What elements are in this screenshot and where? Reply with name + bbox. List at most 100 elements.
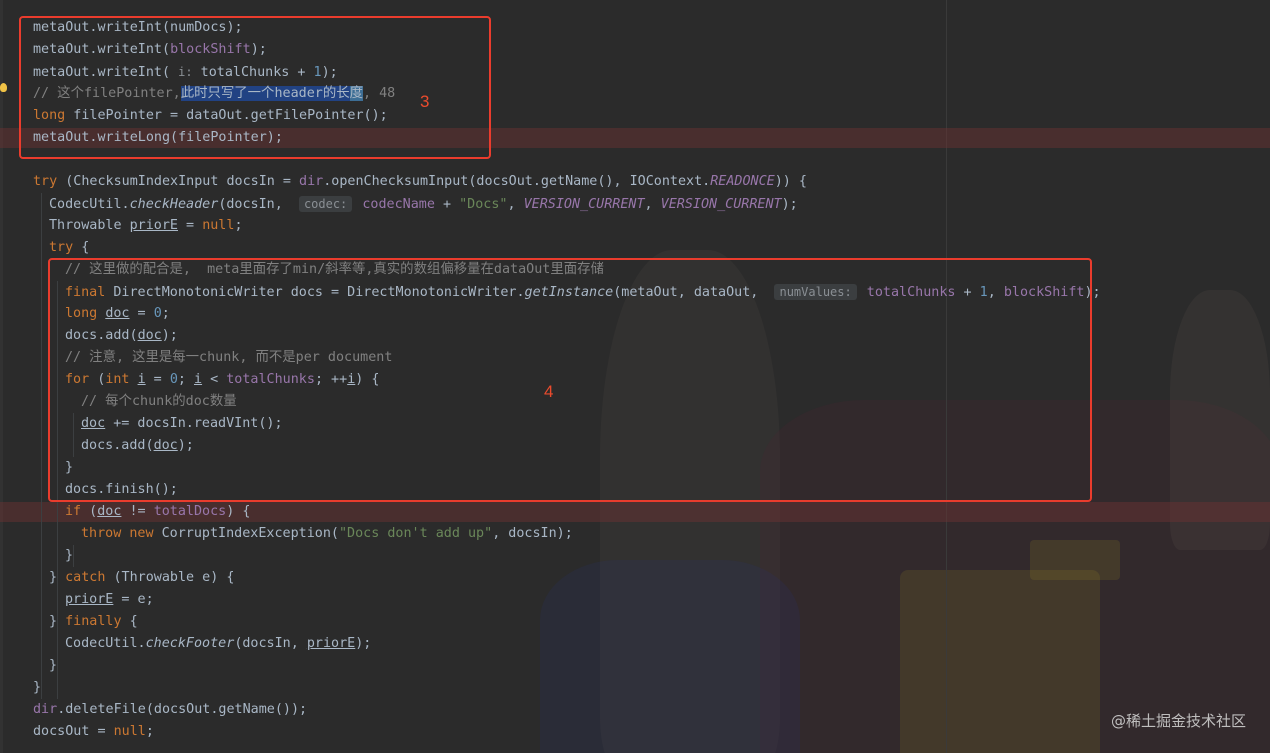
- code-line[interactable]: long doc = 0;: [65, 303, 170, 325]
- code-token: priorE: [129, 218, 178, 233]
- code-token: }: [33, 680, 42, 695]
- code-line[interactable]: try {: [49, 237, 89, 259]
- code-line[interactable]: // 注意, 这里是每一chunk, 而不是per document: [65, 347, 392, 369]
- code-line[interactable]: metaOut.writeLong(filePointer);: [33, 127, 283, 149]
- code-token: );: [321, 65, 338, 80]
- code-token: metaOut.writeInt(numDocs);: [33, 20, 243, 35]
- code-line[interactable]: Throwable priorE = null;: [49, 215, 243, 237]
- code-line[interactable]: docs.add(doc);: [81, 435, 194, 457]
- code-token: metaOut.writeLong(filePointer);: [33, 130, 283, 145]
- code-token: =: [129, 306, 154, 321]
- code-token: }: [65, 460, 74, 475]
- code-token: 0: [153, 306, 162, 321]
- code-line[interactable]: dir.deleteFile(docsOut.getName());: [33, 699, 307, 721]
- code-token: docsOut =: [33, 724, 114, 739]
- code-line[interactable]: long filePointer = dataOut.getFilePointe…: [33, 105, 388, 127]
- code-line[interactable]: }: [33, 677, 41, 699]
- code-line[interactable]: docsOut = null;: [33, 721, 154, 743]
- code-token: = e;: [113, 592, 154, 607]
- code-token: =: [145, 372, 170, 387]
- code-token: }: [49, 614, 66, 629]
- code-token: // 每个chunk的doc数量: [81, 394, 237, 409]
- code-token: );: [1084, 285, 1101, 300]
- code-line[interactable]: doc += docsIn.readVInt();: [81, 413, 283, 435]
- code-line[interactable]: // 这里做的配合是, meta里面存了min/斜率等,真实的数组偏移量在dat…: [65, 259, 604, 281]
- code-token: <: [202, 372, 227, 387]
- code-line[interactable]: CodecUtil.checkFooter(docsIn, priorE);: [65, 633, 371, 655]
- code-token: ) {: [226, 504, 251, 519]
- code-token: ,: [987, 285, 1004, 300]
- code-line[interactable]: metaOut.writeInt(blockShift);: [33, 39, 267, 61]
- code-token: }: [49, 658, 58, 673]
- code-token: doc: [97, 504, 122, 519]
- code-token: doc: [81, 416, 106, 431]
- code-line[interactable]: try (ChecksumIndexInput docsIn = dir.ope…: [33, 171, 807, 193]
- code-line[interactable]: }: [65, 545, 73, 567]
- code-line[interactable]: if (doc != totalDocs) {: [65, 501, 250, 523]
- code-token: ,: [507, 197, 524, 212]
- code-token: filePointer = dataOut.getFilePointer();: [65, 108, 388, 123]
- code-token: doc: [105, 306, 130, 321]
- code-token: i: [137, 372, 146, 387]
- code-line[interactable]: throw new CorruptIndexException("Docs do…: [81, 523, 573, 545]
- code-token: checkFooter: [145, 636, 235, 651]
- code-token: {: [121, 614, 138, 629]
- code-line[interactable]: docs.finish();: [65, 479, 178, 501]
- parameter-hint: i:: [178, 65, 193, 79]
- code-token: totalDocs: [153, 504, 227, 519]
- code-line[interactable]: } catch (Throwable e) {: [49, 567, 234, 589]
- code-line[interactable]: // 这个filePointer,此时只写了一个header的长度, 48: [33, 83, 395, 105]
- code-line[interactable]: metaOut.writeInt( i: totalChunks + 1);: [33, 61, 338, 83]
- code-token: (: [89, 372, 106, 387]
- code-token: long: [33, 108, 66, 123]
- code-token: final: [65, 285, 106, 300]
- code-line[interactable]: }: [49, 655, 57, 677]
- code-token: ;: [177, 372, 194, 387]
- code-token: docs.add(: [81, 438, 154, 453]
- code-token: CorruptIndexException(: [153, 526, 339, 541]
- code-token: ) {: [355, 372, 380, 387]
- code-token: VERSION_CURRENT: [660, 197, 782, 212]
- annotation-label-3: 3: [420, 92, 430, 111]
- code-token: priorE: [306, 636, 356, 651]
- code-line[interactable]: metaOut.writeInt(numDocs);: [33, 17, 243, 39]
- code-token: totalChunks +: [192, 65, 314, 80]
- code-token: long: [65, 306, 98, 321]
- code-token: )) {: [774, 174, 807, 189]
- code-token: totalChunks: [858, 285, 956, 300]
- code-token: int: [105, 372, 130, 387]
- annotation-label-4: 4: [544, 382, 554, 401]
- code-token: codecName: [354, 197, 435, 212]
- indent-guide: [41, 193, 42, 699]
- code-token: CodecUtil.: [49, 197, 130, 212]
- code-token: 度: [349, 86, 363, 101]
- code-token: .openChecksumInput(docsOut.getName(), IO…: [323, 174, 711, 189]
- code-line[interactable]: final DirectMonotonicWriter docs = Direc…: [65, 281, 1101, 303]
- code-token: (metaOut, dataOut,: [613, 285, 775, 300]
- code-token: 0: [169, 372, 178, 387]
- code-token: // 这里做的配合是, meta里面存了min/斜率等,真实的数组偏移量在dat…: [65, 262, 604, 277]
- code-line[interactable]: docs.add(doc);: [65, 325, 178, 347]
- code-token: ; ++: [314, 372, 348, 387]
- intention-bulb-icon[interactable]: [0, 83, 7, 92]
- code-line[interactable]: priorE = e;: [65, 589, 154, 611]
- code-line[interactable]: CodecUtil.checkHeader(docsIn, codec: cod…: [49, 193, 798, 215]
- code-line[interactable]: } finally {: [49, 611, 138, 633]
- code-token: .deleteFile(docsOut.getName());: [57, 702, 308, 717]
- code-token: );: [250, 42, 267, 57]
- parameter-hint: codec:: [298, 196, 353, 212]
- code-token: checkHeader: [129, 197, 219, 212]
- code-line[interactable]: }: [65, 457, 73, 479]
- code-token: try: [33, 174, 58, 189]
- code-token: {: [73, 240, 90, 255]
- code-token: totalChunks: [226, 372, 315, 387]
- code-token: throw: [81, 526, 122, 541]
- code-token: );: [355, 636, 372, 651]
- code-token: dir: [299, 174, 324, 189]
- code-line[interactable]: for (int i = 0; i < totalChunks; ++i) {: [65, 369, 379, 391]
- code-token: += docsIn.readVInt();: [105, 416, 283, 431]
- code-line[interactable]: // 每个chunk的doc数量: [81, 391, 237, 413]
- code-token: // 这个filePointer,: [33, 86, 181, 101]
- code-token: metaOut.writeInt(: [33, 42, 171, 57]
- code-token: new: [129, 526, 154, 541]
